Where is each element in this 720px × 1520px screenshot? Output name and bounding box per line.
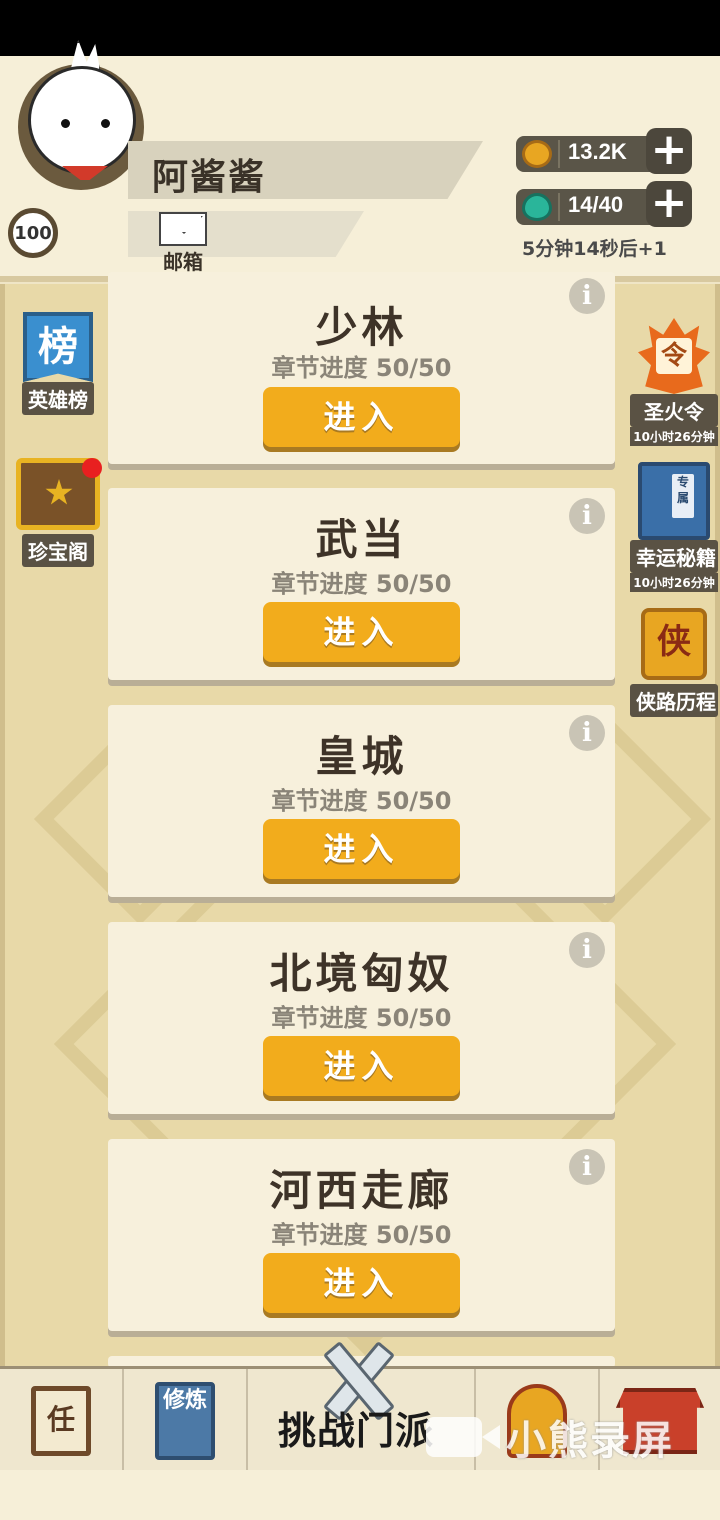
avatar-eye xyxy=(61,119,70,128)
coin-value: 13.2K xyxy=(568,139,627,164)
envelope-icon xyxy=(159,212,207,246)
treasure-pavilion-button[interactable]: 珍宝阁 xyxy=(14,458,102,567)
ranking-banner-icon: 榜 xyxy=(23,312,93,382)
lucky-manual-label: 幸运秘籍 xyxy=(630,540,718,573)
exclusive-tag: 专属 xyxy=(672,474,694,518)
flame-icon: 令 xyxy=(638,318,710,394)
chapter-progress: 章节进度 50/50 xyxy=(271,787,452,815)
hero-ranking-button[interactable]: 榜 英雄榜 xyxy=(16,312,100,415)
sect-card: i 皇城 章节进度 50/50 进入 xyxy=(108,705,615,897)
sect-name: 武当 xyxy=(315,515,408,564)
avatar-eye xyxy=(101,119,110,128)
treasure-pavilion-label: 珍宝阁 xyxy=(22,534,94,567)
chapter-progress: 章节进度 50/50 xyxy=(271,570,452,598)
star-icon xyxy=(45,479,73,505)
divider xyxy=(558,140,560,168)
chapter-progress: 章节进度 50/50 xyxy=(271,354,452,382)
training-book-icon: 修炼 xyxy=(155,1382,215,1460)
sect-card: i 河西走廊 章节进度 50/50 进入 xyxy=(108,1139,615,1331)
enter-button[interactable]: 进入 xyxy=(263,819,460,879)
add-energy-button[interactable]: + xyxy=(646,181,692,227)
order-glyph: 令 xyxy=(656,338,692,374)
energy-drop-icon xyxy=(522,193,552,221)
notification-dot xyxy=(82,458,102,478)
avatar-face xyxy=(28,66,136,174)
player-level-badge: 100 xyxy=(8,208,58,258)
sect-card: i 武当 章节进度 50/50 进入 xyxy=(108,488,615,680)
chapter-progress: 章节进度 50/50 xyxy=(271,1004,452,1032)
divider xyxy=(558,193,560,221)
chapter-progress: 章节进度 50/50 xyxy=(271,1221,452,1249)
hero-journey-label: 侠路历程 xyxy=(630,684,718,717)
holy-fire-label: 圣火令 xyxy=(630,394,718,427)
nav-tasks[interactable]: 任 xyxy=(0,1369,124,1473)
energy-value: 14/40 xyxy=(568,192,624,217)
enter-button[interactable]: 进入 xyxy=(263,1036,460,1096)
enter-button[interactable]: 进入 xyxy=(263,387,460,447)
holy-fire-order-button[interactable]: 令 圣火令 10小时26分钟 xyxy=(630,318,718,446)
xia-badge-icon: 侠 xyxy=(641,608,707,680)
coin-counter: 13.2K xyxy=(516,136,664,172)
nav-training[interactable]: 修炼 xyxy=(124,1369,248,1473)
energy-counter: 14/40 xyxy=(516,189,664,225)
sect-card: i 少林 章节进度 50/50 进入 xyxy=(108,272,615,464)
hero-ranking-label: 英雄榜 xyxy=(22,382,94,415)
bottom-strip xyxy=(0,1470,720,1520)
watermark-text: 小熊录屏 xyxy=(506,1418,674,1464)
challenge-sect-label: 挑战门派 xyxy=(278,1409,435,1453)
video-camera-icon xyxy=(426,1417,500,1457)
coin-icon xyxy=(522,140,552,168)
player-name: 阿酱酱 xyxy=(152,157,267,198)
holy-fire-timer: 10小时26分钟 xyxy=(630,427,718,446)
enter-button[interactable]: 进入 xyxy=(263,602,460,662)
manual-book-icon: 专属 xyxy=(638,462,710,540)
sect-name: 少林 xyxy=(315,303,408,352)
sect-name: 河西走廊 xyxy=(269,1166,454,1215)
mailbox-label: 邮箱 xyxy=(163,250,203,274)
lucky-manual-timer: 10小时26分钟 xyxy=(630,573,718,592)
mailbox-button[interactable]: 邮箱 xyxy=(156,212,210,274)
sect-name: 皇城 xyxy=(315,732,408,781)
hero-journey-button[interactable]: 侠 侠路历程 xyxy=(630,608,718,717)
screen-recorder-watermark: 小熊录屏 xyxy=(426,1408,674,1466)
task-scroll-icon: 任 xyxy=(31,1386,91,1456)
sect-card: i 北境匈奴 章节进度 50/50 进入 xyxy=(108,922,615,1114)
energy-regen-timer: 5分钟14秒后+1 xyxy=(522,238,667,260)
enter-button[interactable]: 进入 xyxy=(263,1253,460,1313)
sect-name: 北境匈奴 xyxy=(269,949,454,998)
lucky-manual-button[interactable]: 专属 幸运秘籍 10小时26分钟 xyxy=(630,462,718,592)
add-coins-button[interactable]: + xyxy=(646,128,692,174)
